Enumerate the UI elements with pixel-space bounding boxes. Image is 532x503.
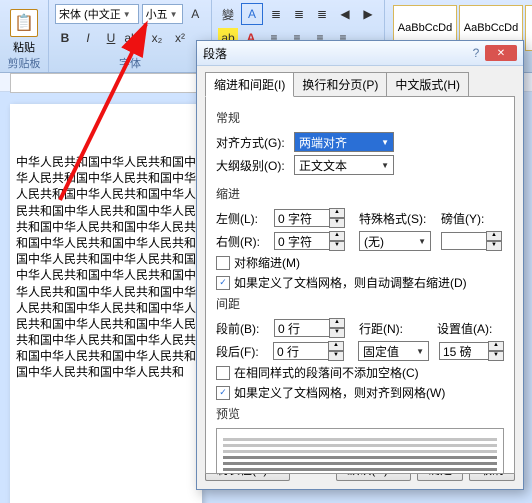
up-icon[interactable]: ▲ bbox=[488, 341, 504, 351]
down-icon[interactable]: ▼ bbox=[488, 351, 504, 361]
dialog-body: 常规 对齐方式(G): 两端对齐▼ 大纲级别(O): 正文文本▼ 缩进 左侧(L… bbox=[205, 96, 515, 474]
outline-select[interactable]: 正文文本▼ bbox=[294, 155, 394, 175]
line-spacing-label: 行距(N): bbox=[359, 320, 415, 337]
clipboard-group: 📋 粘贴 剪贴板 bbox=[0, 0, 49, 72]
indent-left-spinner[interactable]: ▲▼ bbox=[274, 208, 345, 228]
clipboard-group-label: 剪贴板 bbox=[0, 55, 48, 71]
preview-box bbox=[216, 428, 504, 474]
down-icon[interactable]: ▼ bbox=[329, 241, 345, 251]
down-icon[interactable]: ▼ bbox=[328, 351, 344, 361]
chevron-down-icon: ▼ bbox=[375, 161, 389, 170]
char-border-button[interactable]: A bbox=[241, 3, 263, 25]
section-preview: 预览 bbox=[216, 405, 504, 422]
checkbox-icon bbox=[216, 366, 230, 380]
space-before-spinner[interactable]: ▲▼ bbox=[274, 318, 345, 338]
checkbox-icon: ✓ bbox=[216, 276, 230, 290]
font-group: 宋体 (中文正▼ 小五▼ A B I U abc x₂ x² 字体 bbox=[49, 0, 212, 72]
chevron-down-icon: ▼ bbox=[170, 10, 178, 19]
alignment-select[interactable]: 两端对齐▼ bbox=[294, 132, 394, 152]
indent-right-label: 右侧(R): bbox=[216, 233, 274, 250]
tab-cjk[interactable]: 中文版式(H) bbox=[386, 72, 469, 97]
section-indent: 缩进 bbox=[216, 185, 504, 202]
down-icon[interactable]: ▼ bbox=[486, 241, 502, 251]
strike-button[interactable]: abc bbox=[124, 28, 144, 48]
paste-label: 粘贴 bbox=[13, 39, 35, 55]
up-icon[interactable]: ▲ bbox=[486, 231, 502, 241]
bullets-button[interactable]: ≣ bbox=[266, 4, 286, 24]
up-icon[interactable]: ▲ bbox=[329, 318, 345, 328]
no-space-same-style-checkbox[interactable]: 在相同样式的段落间不添加空格(C) bbox=[216, 364, 504, 381]
line-spacing-select[interactable]: 固定值▼ bbox=[358, 341, 429, 361]
space-after-spinner[interactable]: ▲▼ bbox=[273, 341, 344, 361]
multilevel-button[interactable]: ≣ bbox=[312, 4, 332, 24]
help-icon[interactable]: ? bbox=[467, 46, 485, 60]
dialog-title-text: 段落 bbox=[203, 45, 227, 62]
checkbox-icon: ✓ bbox=[216, 386, 230, 400]
clipboard-icon: 📋 bbox=[10, 9, 38, 37]
chevron-down-icon: ▼ bbox=[375, 138, 389, 147]
font-group-label: 字体 bbox=[49, 55, 211, 71]
up-icon[interactable]: ▲ bbox=[329, 208, 345, 218]
chevron-down-icon: ▼ bbox=[123, 10, 131, 19]
subscript-button[interactable]: x₂ bbox=[147, 28, 167, 48]
decrease-indent-button[interactable]: ◀ bbox=[335, 4, 355, 24]
bold-button[interactable]: B bbox=[55, 28, 75, 48]
down-icon[interactable]: ▼ bbox=[329, 218, 345, 228]
dialog-titlebar[interactable]: 段落 ? ✕ bbox=[197, 41, 523, 66]
underline-button[interactable]: U bbox=[101, 28, 121, 48]
space-after-label: 段后(F): bbox=[216, 343, 273, 360]
numbering-button[interactable]: ≣ bbox=[289, 4, 309, 24]
superscript-button[interactable]: x² bbox=[170, 28, 190, 48]
mirror-indent-checkbox[interactable]: 对称缩进(M) bbox=[216, 254, 504, 271]
grid-indent-checkbox[interactable]: ✓如果定义了文档网格，则自动调整右缩进(D) bbox=[216, 274, 504, 291]
alignment-label: 对齐方式(G): bbox=[216, 134, 294, 151]
down-icon[interactable]: ▼ bbox=[329, 328, 345, 338]
indent-left-label: 左侧(L): bbox=[216, 210, 274, 227]
italic-button[interactable]: I bbox=[78, 28, 98, 48]
by-label: 磅值(Y): bbox=[441, 210, 484, 227]
style-heading1[interactable]: AaE bbox=[525, 5, 532, 51]
up-icon[interactable]: ▲ bbox=[329, 231, 345, 241]
tab-line-break[interactable]: 换行和分页(P) bbox=[293, 72, 387, 97]
font-size-combo[interactable]: 小五▼ bbox=[142, 4, 183, 24]
paste-button[interactable]: 📋 粘贴 bbox=[6, 3, 42, 55]
dialog-tabs: 缩进和间距(I) 换行和分页(P) 中文版式(H) bbox=[205, 72, 523, 97]
close-button[interactable]: ✕ bbox=[485, 45, 517, 61]
special-by-spinner[interactable]: ▲▼ bbox=[441, 231, 502, 251]
checkbox-icon bbox=[216, 256, 230, 270]
chevron-down-icon: ▼ bbox=[410, 347, 424, 356]
outline-label: 大纲级别(O): bbox=[216, 157, 294, 174]
at-label: 设置值(A): bbox=[437, 320, 492, 337]
increase-indent-button[interactable]: ▶ bbox=[358, 4, 378, 24]
phonetic-button[interactable]: 變 bbox=[218, 4, 238, 24]
snap-to-grid-checkbox[interactable]: ✓如果定义了文档网格，则对齐到网格(W) bbox=[216, 384, 504, 401]
paragraph-dialog: 段落 ? ✕ 缩进和间距(I) 换行和分页(P) 中文版式(H) 常规 对齐方式… bbox=[196, 40, 524, 490]
up-icon[interactable]: ▲ bbox=[328, 341, 344, 351]
special-format-select[interactable]: (无)▼ bbox=[359, 231, 431, 251]
grow-font-button[interactable]: A bbox=[186, 4, 205, 24]
document-page[interactable]: 中华人民共和国中华人民共和国中华人民共和国中华人民共和国中华人民共和国中华人民共… bbox=[10, 104, 202, 503]
tab-indent-spacing[interactable]: 缩进和间距(I) bbox=[205, 72, 294, 97]
chevron-down-icon: ▼ bbox=[412, 237, 426, 246]
space-before-label: 段前(B): bbox=[216, 320, 274, 337]
document-body-text: 中华人民共和国中华人民共和国中华人民共和国中华人民共和国中华人民共和国中华人民共… bbox=[16, 154, 196, 381]
indent-right-spinner[interactable]: ▲▼ bbox=[274, 231, 345, 251]
section-spacing: 间距 bbox=[216, 295, 504, 312]
font-name-combo[interactable]: 宋体 (中文正▼ bbox=[55, 4, 139, 24]
special-format-label: 特殊格式(S): bbox=[359, 210, 431, 227]
section-general: 常规 bbox=[216, 109, 504, 126]
line-spacing-at-spinner[interactable]: ▲▼ bbox=[439, 341, 504, 361]
